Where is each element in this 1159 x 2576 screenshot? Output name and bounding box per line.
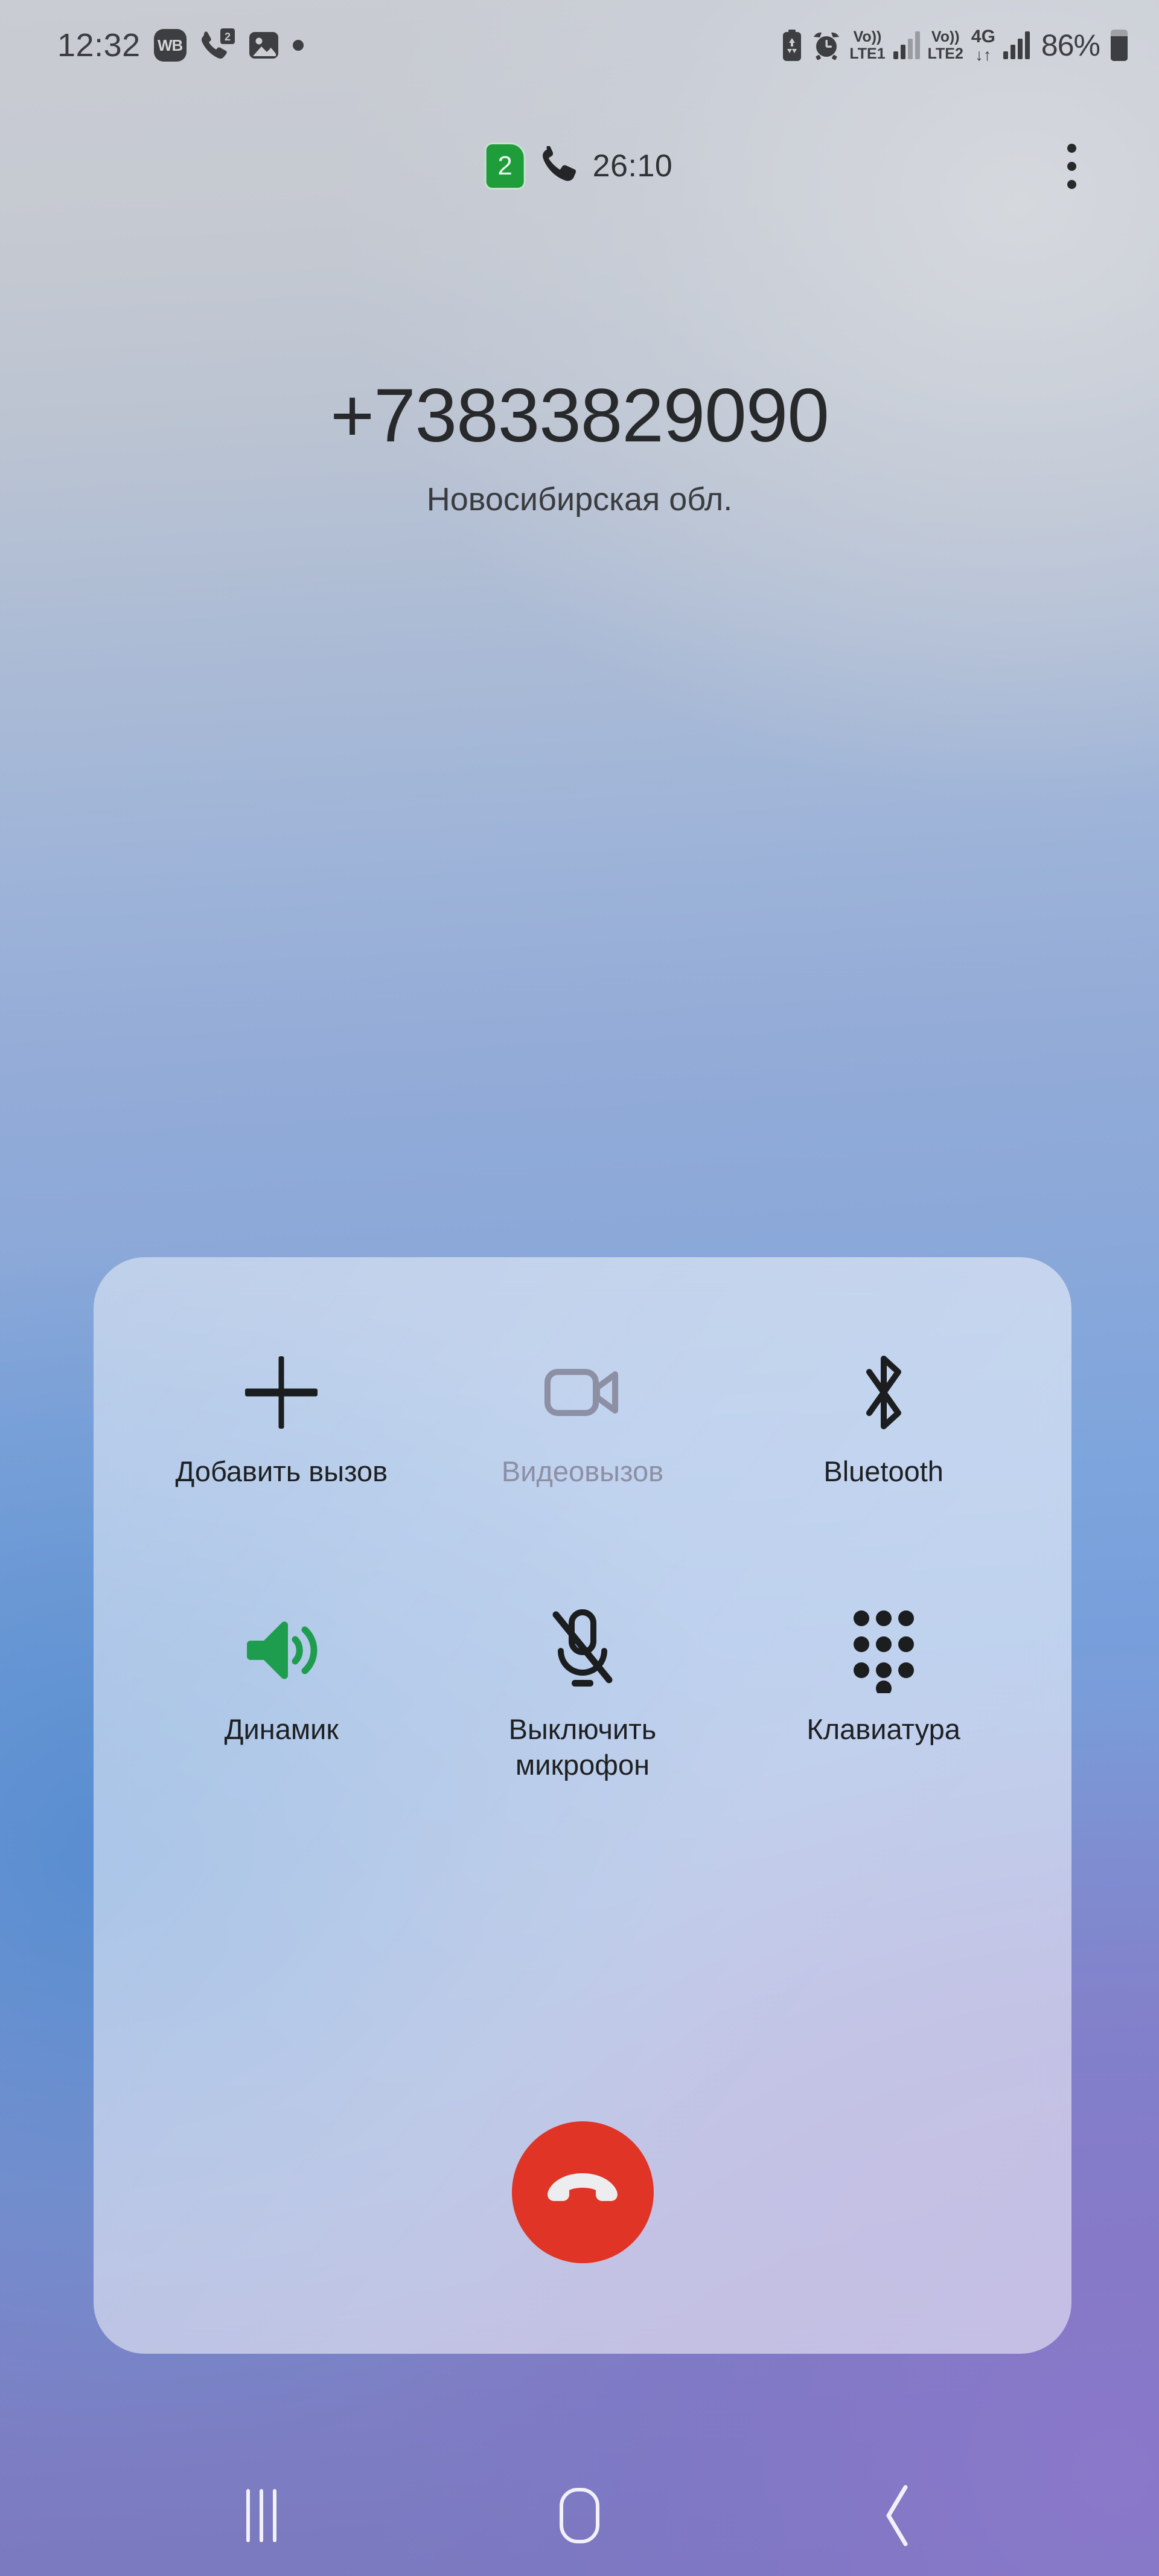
volte-sim2-top: Vo)) bbox=[931, 28, 960, 45]
volte-sim1-icon: Vo)) LTE1 bbox=[849, 28, 886, 62]
status-bar-right: Vo)) LTE1 Vo)) LTE2 4G ↓↑ 86% bbox=[781, 26, 1128, 64]
call-status-group: 2 26:10 bbox=[486, 142, 673, 188]
more-vertical-icon[interactable] bbox=[1044, 133, 1099, 199]
missed-call-icon: 2 bbox=[200, 28, 235, 62]
home-icon[interactable] bbox=[516, 2473, 643, 2558]
video-camera-icon bbox=[544, 1347, 621, 1438]
caller-info: +73833829090 Новосибирская обл. bbox=[0, 374, 1159, 518]
call-duration: 26:10 bbox=[592, 149, 673, 184]
svg-text:2: 2 bbox=[225, 31, 231, 43]
video-call-button[interactable]: Видеовызов bbox=[432, 1347, 733, 1490]
status-bar: 12:32 WB 2 Vo)) LTE1 Vo)) LTE2 4G ↓↑ 86% bbox=[0, 0, 1159, 91]
volte-sim2-icon: Vo)) LTE2 bbox=[927, 28, 963, 62]
dialpad-icon bbox=[848, 1604, 919, 1696]
video-call-label: Видеовызов bbox=[501, 1455, 664, 1487]
recents-icon[interactable] bbox=[198, 2473, 325, 2558]
end-call-area bbox=[94, 2121, 1071, 2263]
speaker-icon bbox=[242, 1604, 321, 1696]
navigation-bar bbox=[0, 2455, 1159, 2576]
phone-handset-icon bbox=[540, 142, 577, 187]
end-call-button[interactable] bbox=[511, 2121, 654, 2263]
wildberries-icon: WB bbox=[153, 29, 187, 62]
network-type-label: 4G bbox=[971, 26, 995, 46]
volte-sim1-bottom: LTE1 bbox=[849, 45, 886, 62]
back-icon[interactable] bbox=[834, 2473, 961, 2558]
call-controls-grid: Добавить вызов Видеовызов Bluetooth Дина… bbox=[131, 1347, 1034, 1783]
battery-saver-icon bbox=[781, 30, 803, 61]
signal-sim1-icon bbox=[893, 31, 920, 59]
mute-button[interactable]: Выключить микрофон bbox=[432, 1604, 733, 1783]
data-4g-icon: 4G ↓↑ bbox=[971, 26, 995, 64]
add-call-label: Добавить вызов bbox=[175, 1455, 388, 1487]
alarm-icon bbox=[811, 30, 841, 60]
battery-percent-label: 86% bbox=[1041, 28, 1100, 62]
volte-sim2-bottom: LTE2 bbox=[927, 45, 963, 62]
keypad-label: Клавиатура bbox=[806, 1713, 960, 1745]
bluetooth-button[interactable]: Bluetooth bbox=[733, 1347, 1034, 1490]
call-header: 2 26:10 bbox=[0, 118, 1159, 214]
volte-sim1-top: Vo)) bbox=[853, 28, 882, 45]
call-controls-panel: Добавить вызов Видеовызов Bluetooth Дина… bbox=[94, 1257, 1071, 2354]
keypad-button[interactable]: Клавиатура bbox=[733, 1604, 1034, 1783]
signal-sim2-icon bbox=[1003, 31, 1030, 59]
mute-label: Выключить микрофон bbox=[508, 1713, 657, 1781]
in-call-screen: 12:32 WB 2 Vo)) LTE1 Vo)) LTE2 4G ↓↑ 86%… bbox=[0, 0, 1159, 2576]
speaker-label: Динамик bbox=[224, 1713, 339, 1745]
add-call-button[interactable]: Добавить вызов bbox=[131, 1347, 432, 1490]
bluetooth-label: Bluetooth bbox=[823, 1455, 943, 1487]
end-call-icon bbox=[543, 2168, 622, 2216]
status-bar-left: 12:32 WB 2 bbox=[57, 27, 304, 64]
sim-slot-badge: 2 bbox=[486, 144, 524, 188]
mic-off-icon bbox=[546, 1604, 619, 1696]
plus-icon bbox=[245, 1347, 318, 1438]
image-icon bbox=[248, 30, 279, 61]
caller-number: +73833829090 bbox=[330, 374, 829, 458]
speaker-button[interactable]: Динамик bbox=[131, 1604, 432, 1783]
bluetooth-icon bbox=[855, 1347, 913, 1438]
data-arrows-icon: ↓↑ bbox=[975, 45, 992, 64]
status-clock: 12:32 bbox=[57, 27, 141, 63]
dot-icon bbox=[292, 40, 304, 51]
caller-region: Новосибирская обл. bbox=[426, 481, 733, 517]
battery-icon bbox=[1111, 30, 1128, 61]
